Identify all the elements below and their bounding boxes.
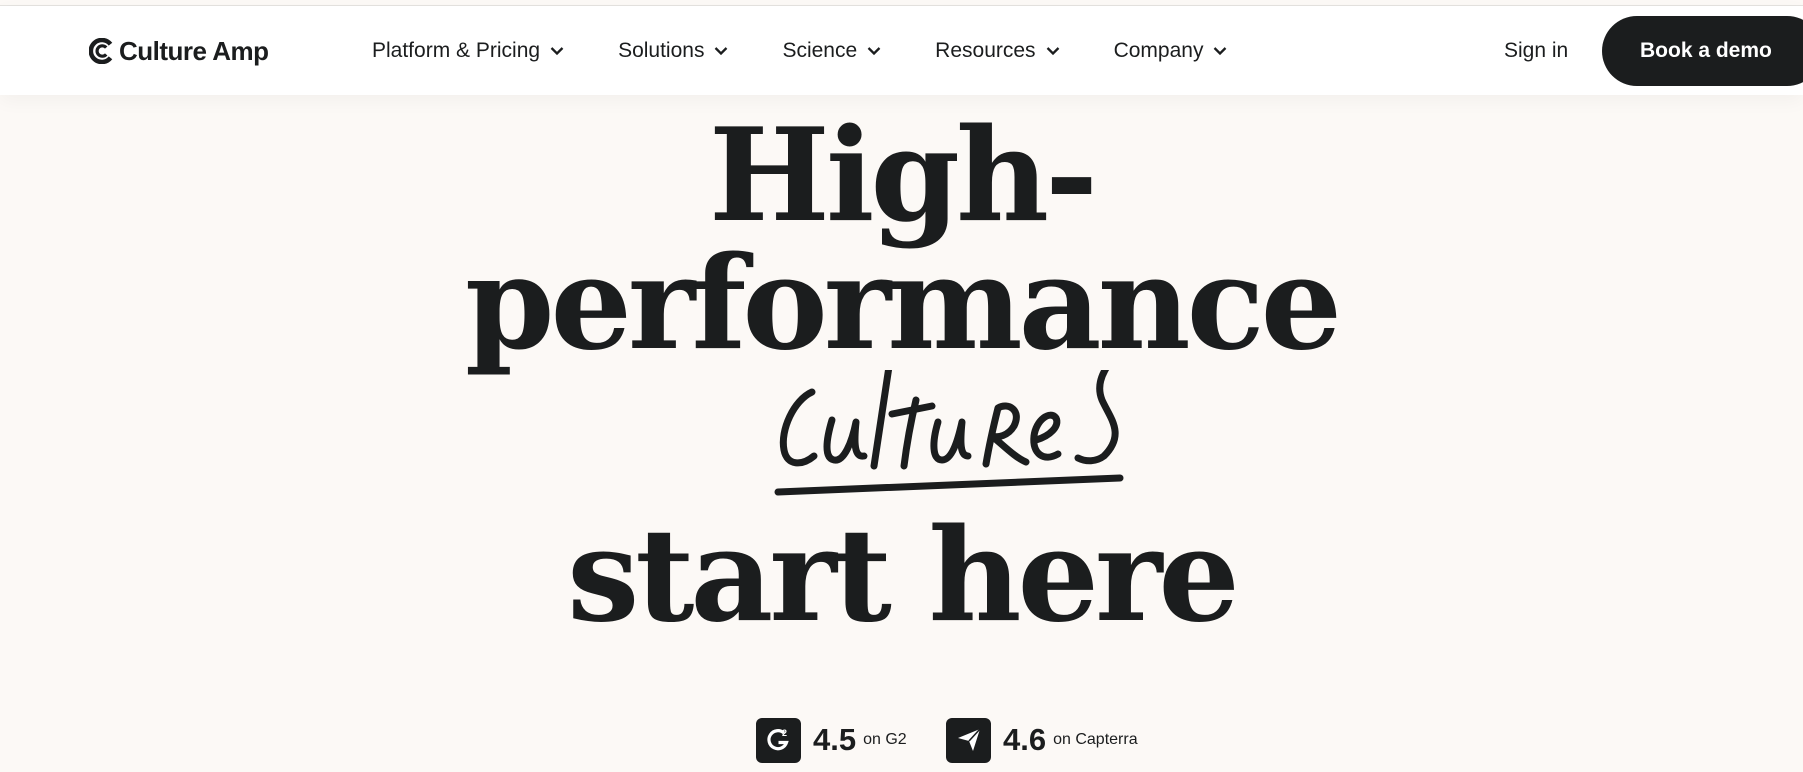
nav-item-label: Solutions xyxy=(618,38,705,62)
nav-item-solutions[interactable]: Solutions xyxy=(618,39,728,63)
chevron-down-icon xyxy=(1046,46,1060,56)
rating-capterra[interactable]: 4.6 on Capterra xyxy=(946,717,1138,763)
nav-item-label: Resources xyxy=(935,38,1036,62)
rating-source: on Capterra xyxy=(1053,731,1138,748)
rating-g2[interactable]: 2 4.5 on G2 xyxy=(756,717,907,763)
culture-amp-logo-icon xyxy=(89,38,113,64)
logo[interactable]: Culture Amp xyxy=(89,35,269,67)
rating-score: 4.6 xyxy=(1003,722,1047,757)
nav-item-label: Science xyxy=(782,38,858,62)
hero-section: High- performance start here 2 4.5 on G2… xyxy=(0,95,1803,772)
rating-score: 4.5 xyxy=(813,722,857,757)
chevron-down-icon xyxy=(867,46,881,56)
book-demo-button[interactable]: Book a demo xyxy=(1602,16,1803,86)
chevron-down-icon xyxy=(714,46,728,56)
svg-text:2: 2 xyxy=(782,728,787,738)
g2-icon: 2 xyxy=(756,717,801,763)
nav-item-label: Company xyxy=(1113,38,1204,62)
nav-item-resources[interactable]: Resources xyxy=(935,39,1059,63)
hero-headline-script-word xyxy=(760,340,1140,515)
handwritten-cultures xyxy=(774,340,1134,496)
nav-item-platform-pricing[interactable]: Platform & Pricing xyxy=(372,39,564,63)
nav-item-company[interactable]: Company xyxy=(1114,39,1228,63)
chevron-down-icon xyxy=(1213,46,1227,56)
nav-item-science[interactable]: Science xyxy=(782,39,881,63)
main-nav: Platform & Pricing Solutions Science Res… xyxy=(372,6,1281,95)
sign-in-link[interactable]: Sign in xyxy=(1504,6,1568,95)
logo-text: Culture Amp xyxy=(119,35,269,66)
hero-headline-line-2: performance xyxy=(464,229,1342,379)
nav-item-label: Platform & Pricing xyxy=(372,38,541,62)
rating-source: on G2 xyxy=(863,731,907,748)
hero-headline-line-4: start here xyxy=(567,501,1240,651)
capterra-icon xyxy=(946,717,991,763)
chevron-down-icon xyxy=(550,46,564,56)
top-navbar: Culture Amp Platform & Pricing Solutions… xyxy=(0,6,1803,95)
